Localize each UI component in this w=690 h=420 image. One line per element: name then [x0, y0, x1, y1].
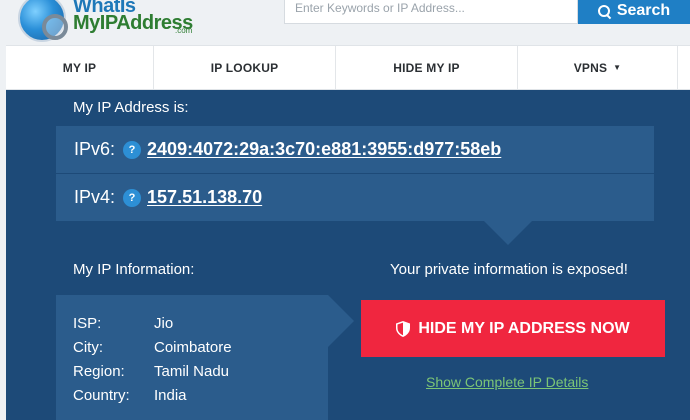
info-key: City: — [73, 339, 103, 356]
info-row-region: Region: Tamil Nadu — [73, 363, 229, 380]
info-row-country: Country: India — [73, 387, 187, 404]
search-button[interactable]: Search — [578, 0, 690, 24]
info-row-isp: ISP: Jio — [73, 315, 173, 332]
globe-magnifier-icon — [18, 0, 68, 42]
ip-info-heading: My IP Information: — [73, 261, 195, 278]
site-header: WhatIs MyIPAddress .com Enter Keywords o… — [0, 0, 690, 45]
shield-icon — [396, 320, 411, 337]
nav-label: IP LOOKUP — [210, 60, 279, 75]
ipv6-value-link[interactable]: 2409:4072:29a:3c70:e881:3955:d977:58eb — [147, 139, 501, 160]
ipv6-row: IPv6: ? 2409:4072:29a:3c70:e881:3955:d97… — [56, 126, 654, 173]
info-key: ISP: — [73, 315, 102, 332]
nav-vpns[interactable]: VPNS ▼ — [518, 46, 678, 89]
ip-panel: My IP Address is: IPv6: ? 2409:4072:29a:… — [6, 90, 690, 420]
info-value: Coimbatore — [154, 339, 232, 356]
ipv4-value-link[interactable]: 157.51.138.70 — [147, 187, 262, 208]
search-button-label: Search — [616, 2, 671, 19]
hide-my-ip-button[interactable]: HIDE MY IP ADDRESS NOW — [361, 300, 665, 357]
nav-label: MY IP — [62, 60, 97, 75]
chevron-down-icon: ▼ — [613, 63, 622, 72]
nav-ip-lookup[interactable]: IP LOOKUP — [154, 46, 336, 89]
hide-button-label: HIDE MY IP ADDRESS NOW — [418, 319, 630, 337]
search-input[interactable]: Enter Keywords or IP Address... — [284, 0, 578, 24]
ip-heading: My IP Address is: — [73, 99, 189, 116]
ipv4-label: IPv4: — [74, 187, 116, 207]
main-nav: MY IP IP LOOKUP HIDE MY IP VPNS ▼ — [6, 45, 690, 90]
info-value: India — [154, 387, 187, 404]
info-key: Country: — [73, 387, 130, 404]
site-logo[interactable]: WhatIs MyIPAddress .com — [18, 0, 218, 42]
info-value: Tamil Nadu — [154, 363, 230, 380]
ip-info-box: ISP: Jio City: Coimbatore Region: Tamil Nad… — [56, 295, 328, 420]
nav-my-ip[interactable]: MY IP — [6, 46, 154, 89]
info-row-city: City: Coimbatore — [73, 339, 232, 356]
help-icon[interactable]: ? — [123, 188, 142, 207]
help-icon[interactable]: ? — [123, 140, 142, 159]
info-key: Region: — [73, 363, 125, 380]
ipv6-label: IPv6: — [74, 139, 116, 159]
info-value: Jio — [154, 315, 174, 332]
ipv4-row: IPv4: ? 157.51.138.70 — [56, 174, 654, 221]
nav-label: HIDE MY IP — [393, 60, 460, 75]
info-box-arrow — [328, 295, 354, 347]
show-details-link[interactable]: Show Complete IP Details — [426, 374, 588, 390]
callout-pointer — [484, 221, 532, 245]
nav-label: VPNS — [573, 60, 608, 75]
exposed-warning: Your private information is exposed! — [390, 261, 628, 278]
nav-hide-my-ip[interactable]: HIDE MY IP — [336, 46, 518, 89]
search-icon — [597, 4, 611, 18]
logo-suffix: .com — [175, 26, 193, 35]
nav-overflow[interactable] — [678, 46, 690, 89]
